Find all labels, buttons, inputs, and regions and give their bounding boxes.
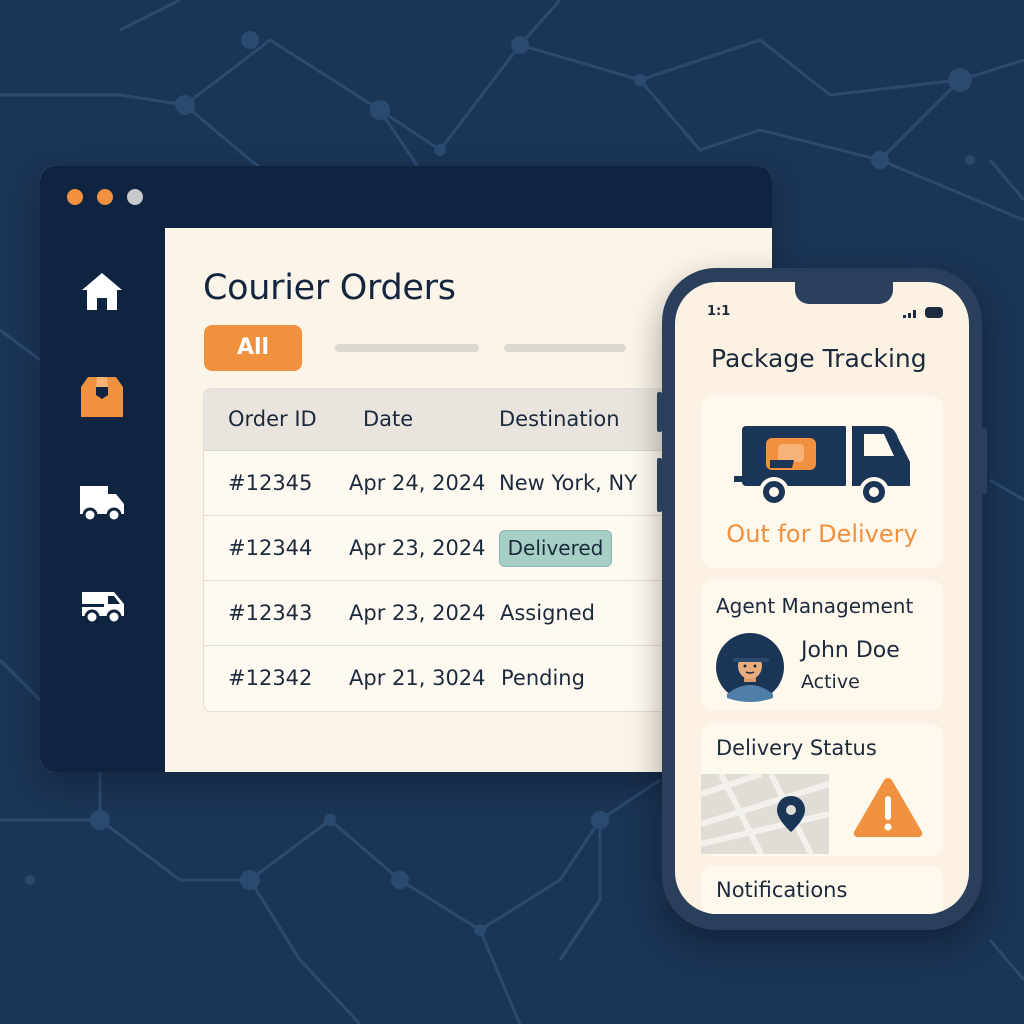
card-title: Agent Management bbox=[716, 594, 914, 618]
truck-icon[interactable] bbox=[78, 478, 126, 526]
filter-tab-all[interactable]: All bbox=[204, 325, 302, 371]
status-bar-time: 1:1 bbox=[707, 304, 731, 319]
table-row[interactable]: #12345 Apr 24, 2024 New York, NY bbox=[204, 451, 722, 516]
order-status: Pending bbox=[501, 666, 585, 690]
van-icon[interactable] bbox=[78, 580, 126, 628]
window-close-dot[interactable] bbox=[67, 189, 83, 205]
column-header-destination[interactable]: Destination bbox=[499, 407, 620, 431]
filter-tab-placeholder[interactable] bbox=[335, 344, 479, 352]
battery-icon bbox=[925, 307, 943, 318]
order-id: #12344 bbox=[228, 536, 313, 560]
phone-screen: 1:1 Package Tracking Out for Delivery Ag… bbox=[675, 282, 969, 914]
phone-power-button bbox=[982, 428, 987, 494]
window-maximize-dot[interactable] bbox=[127, 189, 143, 205]
phone-volume-button bbox=[657, 392, 662, 432]
order-date: Apr 23, 2024 bbox=[349, 601, 486, 625]
order-id: #12342 bbox=[228, 666, 313, 690]
order-destination: New York, NY bbox=[499, 471, 638, 495]
card-title: Notifications bbox=[716, 878, 848, 902]
table-row[interactable]: #12342 Apr 21, 3024 Pending bbox=[204, 646, 722, 711]
table-row[interactable]: #12343 Apr 23, 2024 Assigned bbox=[204, 581, 722, 646]
home-icon[interactable] bbox=[78, 268, 126, 316]
map-icon[interactable] bbox=[701, 774, 829, 854]
phone-volume-button bbox=[657, 458, 662, 512]
tracking-status: Out for Delivery bbox=[726, 520, 918, 548]
tracking-card[interactable]: Out for Delivery bbox=[701, 396, 943, 568]
phone-notch bbox=[795, 282, 893, 304]
page-title: Courier Orders bbox=[203, 268, 456, 308]
order-id: #12345 bbox=[228, 471, 313, 495]
order-date: Apr 21, 3024 bbox=[349, 666, 486, 690]
column-header-order-id[interactable]: Order ID bbox=[228, 407, 317, 431]
signal-icon bbox=[903, 310, 916, 318]
sidebar bbox=[40, 228, 165, 772]
phone-mockup: 1:1 Package Tracking Out for Delivery Ag… bbox=[657, 268, 987, 930]
delivery-status-card[interactable]: Delivery Status bbox=[701, 724, 943, 856]
filter-tab-placeholder[interactable] bbox=[504, 344, 626, 352]
order-date: Apr 24, 2024 bbox=[349, 471, 486, 495]
agent-management-card[interactable]: Agent Management John Doe Active bbox=[701, 580, 943, 710]
agent-avatar[interactable] bbox=[715, 632, 785, 702]
status-badge-delivered: Delivered bbox=[499, 530, 612, 567]
table-header: Order ID Date Destination bbox=[204, 389, 722, 451]
order-status: Assigned bbox=[500, 601, 595, 625]
card-title: Delivery Status bbox=[716, 736, 877, 760]
agent-name: John Doe bbox=[801, 638, 900, 663]
package-icon[interactable] bbox=[78, 373, 126, 421]
order-id: #12343 bbox=[228, 601, 313, 625]
window-titlebar bbox=[40, 166, 772, 228]
notifications-card[interactable]: Notifications bbox=[701, 866, 943, 914]
column-header-date[interactable]: Date bbox=[363, 407, 413, 431]
delivery-truck-icon bbox=[734, 426, 910, 507]
orders-table: Order ID Date Destination #12345 Apr 24,… bbox=[203, 388, 723, 712]
screen-title: Package Tracking bbox=[711, 344, 927, 373]
agent-status: Active bbox=[801, 671, 860, 693]
window-minimize-dot[interactable] bbox=[97, 189, 113, 205]
table-row[interactable]: #12344 Apr 23, 2024 Delivered bbox=[204, 516, 722, 581]
warning-icon[interactable] bbox=[851, 774, 925, 840]
order-date: Apr 23, 2024 bbox=[349, 536, 486, 560]
